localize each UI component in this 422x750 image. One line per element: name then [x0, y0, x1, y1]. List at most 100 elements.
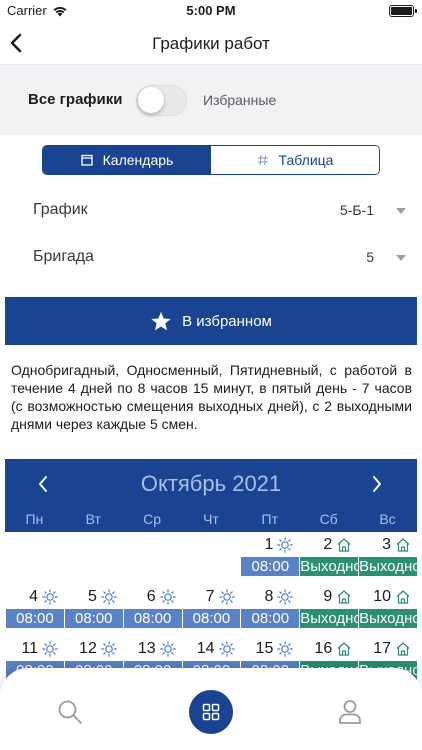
- calendar-day-cell[interactable]: 7 08:00: [182, 586, 241, 638]
- clock: 5:00 PM: [186, 3, 236, 18]
- filter-row: Все графики Избранные: [0, 65, 422, 135]
- page-title: Графики работ: [152, 34, 270, 53]
- home-icon: [395, 537, 411, 553]
- profile-icon[interactable]: [328, 690, 372, 734]
- calendar-week-row: 408:00508:00608:00708:00808:009Выходной1…: [5, 586, 417, 638]
- home-icon: [395, 641, 411, 657]
- navigation-bar: Графики работ: [0, 22, 422, 65]
- calendar-day-cell[interactable]: 3 Выходной: [358, 534, 417, 586]
- calendar-header: Октябрь 2021 Пн Вт Ср Чт Пт Сб Вс: [5, 459, 417, 532]
- month-title: Октябрь 2021: [140, 471, 282, 496]
- day-number: 1: [264, 536, 274, 553]
- status-bar: Carrier 5:00 PM: [0, 0, 422, 22]
- battery-icon: [389, 5, 417, 17]
- calendar-week-row: 1 08:00 2 Выходной 3 Выходной: [5, 534, 417, 586]
- shift-time-badge[interactable]: 08:00: [123, 609, 182, 628]
- shift-time-badge[interactable]: 08:00: [64, 609, 123, 628]
- day-number: 15: [255, 640, 274, 657]
- day-number: 3: [382, 536, 392, 553]
- sun-icon: [218, 641, 235, 657]
- calendar-grid: 1 08:00 2 Выходной 3 Выходной 4 08:00 5 08:00 6 08:…: [5, 534, 417, 690]
- home-icon: [336, 537, 352, 553]
- brigade-label: Бригада: [33, 248, 94, 265]
- shift-time-badge[interactable]: 08:00: [6, 609, 64, 628]
- day-number: 13: [137, 640, 156, 657]
- weekday-label: Сб: [319, 511, 338, 527]
- sun-icon: [101, 641, 117, 657]
- toggle-knob: [138, 87, 164, 113]
- sun-icon: [277, 589, 294, 605]
- star-icon: [150, 311, 172, 332]
- day-number: 7: [205, 588, 215, 605]
- day-number: 2: [323, 536, 333, 553]
- sun-icon: [101, 589, 117, 605]
- chevron-down-icon: [396, 208, 406, 214]
- weekday-label: Пт: [261, 511, 279, 527]
- calendar-icon: [81, 154, 93, 166]
- sun-icon: [42, 589, 58, 605]
- day-off-badge[interactable]: Выходной: [359, 609, 417, 628]
- calendar-day-cell: [182, 534, 241, 586]
- tab-calendar[interactable]: Календарь: [43, 146, 211, 174]
- weekday-label: Пн: [25, 511, 44, 527]
- favorites-toggle[interactable]: [136, 85, 187, 116]
- day-off-badge[interactable]: Выходной: [300, 609, 359, 628]
- brigade-select[interactable]: Бригада 5: [0, 238, 422, 278]
- weekday-row: Пн Вт Ср Чт Пт Сб Вс: [5, 511, 417, 527]
- sun-icon: [218, 589, 235, 605]
- schedule-description: Однобригадный, Односменный, Пятидневный,…: [11, 362, 412, 432]
- day-number: 6: [146, 588, 156, 605]
- calendar-day-cell: [5, 534, 64, 586]
- day-number: 11: [21, 640, 38, 657]
- favorite-button[interactable]: В избранном: [5, 297, 417, 345]
- day-number: 17: [373, 640, 392, 657]
- day-number: 4: [29, 588, 38, 605]
- day-off-badge[interactable]: Выходной: [300, 557, 359, 576]
- tab-table[interactable]: Таблица: [211, 146, 379, 174]
- calendar-day-cell[interactable]: 5 08:00: [64, 586, 123, 638]
- chevron-down-icon: [396, 255, 406, 261]
- weekday-label: Чт: [203, 511, 219, 527]
- calendar-day-cell[interactable]: 10 Выходной: [358, 586, 417, 638]
- schedule-label: График: [33, 201, 88, 218]
- shift-time-badge[interactable]: 08:00: [182, 609, 241, 628]
- weekday-label: Вс: [379, 511, 396, 527]
- tab-bar: [0, 668, 422, 750]
- day-number: 9: [323, 588, 333, 605]
- day-number: 16: [314, 640, 333, 657]
- home-icon: [336, 641, 352, 657]
- sun-icon: [159, 641, 176, 657]
- sun-icon: [277, 641, 294, 657]
- calendar-day-cell: [123, 534, 182, 586]
- day-number: 8: [264, 588, 274, 605]
- shift-time-badge[interactable]: 08:00: [241, 609, 300, 628]
- weekday-label: Вт: [85, 511, 101, 527]
- calendar-day-cell[interactable]: 2 Выходной: [299, 534, 359, 586]
- search-icon[interactable]: [48, 690, 92, 734]
- home-icon: [395, 589, 411, 605]
- brigade-value: 5: [366, 249, 374, 265]
- tab-calendar-label: Календарь: [102, 152, 174, 168]
- next-month-button[interactable]: [371, 474, 383, 499]
- calendar-day-cell[interactable]: 8 08:00: [240, 586, 300, 638]
- calendar-day-cell[interactable]: 1 08:00: [240, 534, 300, 586]
- view-mode-switch: Календарь Таблица: [42, 145, 380, 175]
- favorites-label: Избранные: [203, 92, 277, 108]
- calendar-day-cell[interactable]: 4 08:00: [5, 586, 64, 638]
- calendar-day-cell[interactable]: 9 Выходной: [299, 586, 359, 638]
- day-off-badge[interactable]: Выходной: [359, 557, 417, 576]
- calendar-day-cell[interactable]: 6 08:00: [123, 586, 182, 638]
- home-icon: [336, 589, 352, 605]
- schedule-select[interactable]: График 5-Б-1: [0, 191, 422, 231]
- sun-icon: [159, 589, 176, 605]
- grid-icon[interactable]: [189, 690, 233, 734]
- favorite-button-label: В избранном: [182, 312, 272, 330]
- day-number: 12: [79, 640, 97, 657]
- weekday-label: Ср: [143, 511, 162, 527]
- schedule-value: 5-Б-1: [339, 202, 374, 218]
- sun-icon: [42, 641, 58, 657]
- hash-icon: [257, 154, 269, 166]
- day-number: 14: [196, 640, 215, 657]
- calendar-day-cell: [64, 534, 123, 586]
- shift-time-badge[interactable]: 08:00: [241, 557, 300, 576]
